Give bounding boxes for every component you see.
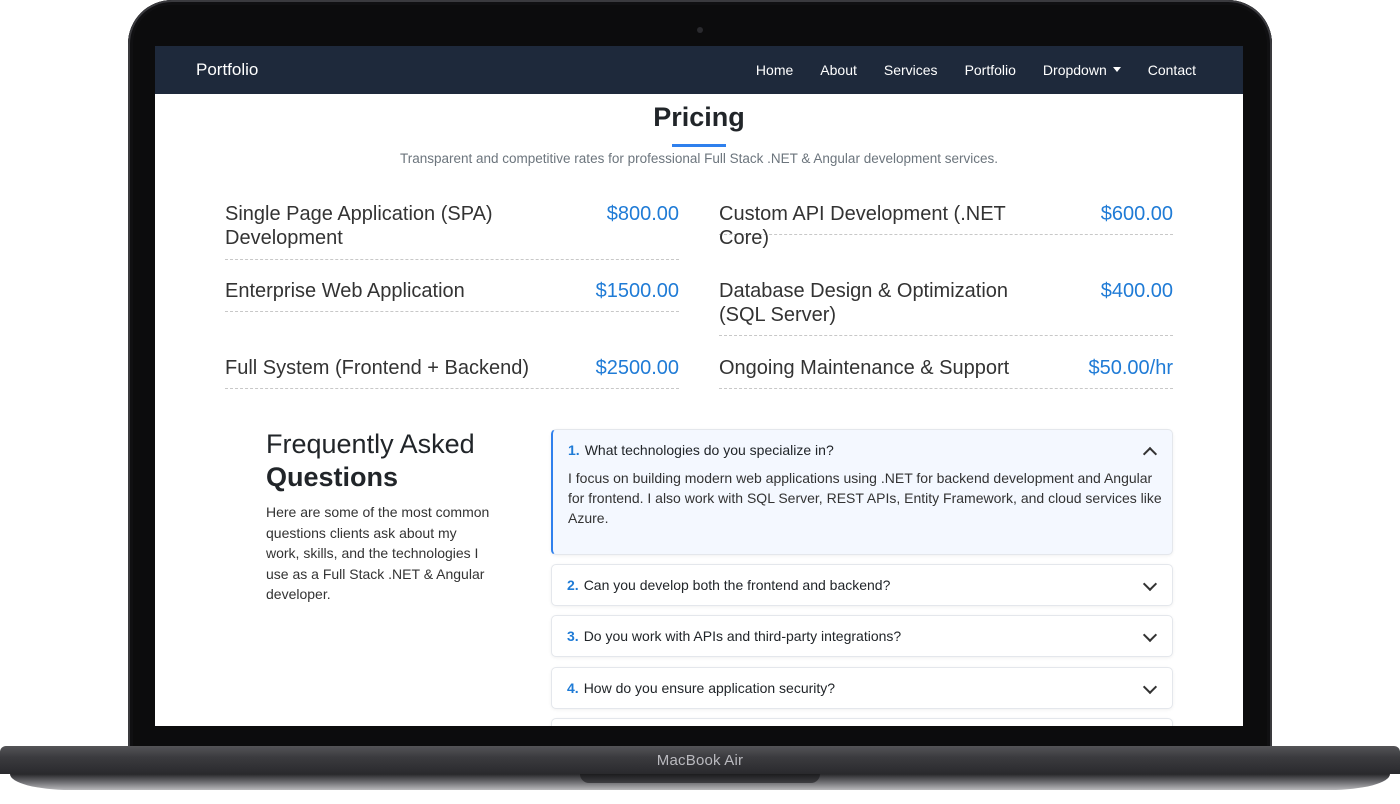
camera-icon <box>697 27 703 33</box>
nav-dropdown[interactable]: Dropdown <box>1043 62 1121 78</box>
faq-heading-bold: Questions <box>266 462 399 492</box>
chevron-down-icon[interactable] <box>1142 627 1158 643</box>
nav-about[interactable]: About <box>820 62 857 78</box>
chevron-down-icon[interactable] <box>1142 679 1158 695</box>
price-item-name: Full System (Frontend + Backend) <box>225 357 530 379</box>
price-item: Ongoing Maintenance & Support $50.00/hr <box>719 356 1173 389</box>
faq-number: 2. <box>567 577 579 593</box>
faq-number: 3. <box>567 628 579 644</box>
price-item-name: Enterprise Web Application <box>225 280 465 302</box>
faq-question: 4. How do you ensure application security… <box>567 680 835 696</box>
nav-links: Home About Services Portfolio Dropdown C… <box>756 62 1196 78</box>
nav-home[interactable]: Home <box>756 62 793 78</box>
laptop-bezel-bottom <box>133 726 1267 748</box>
nav-contact[interactable]: Contact <box>1148 62 1196 78</box>
faq-question-text: Can you develop both the frontend and ba… <box>583 577 891 593</box>
price-item-value: $600.00 <box>1100 203 1173 225</box>
faq-number: 4. <box>567 680 579 696</box>
price-item: Enterprise Web Application $1500.00 <box>225 279 679 312</box>
faq-question: 2. Can you develop both the frontend and … <box>567 577 890 593</box>
laptop-model-label: MacBook Air <box>656 752 744 769</box>
faq-item-5[interactable] <box>551 718 1173 726</box>
faq-number: 1. <box>568 442 580 458</box>
faq-heading-light: Frequently Asked <box>266 429 475 459</box>
price-item: Full System (Frontend + Backend) $2500.0… <box>225 356 679 389</box>
price-item-name: Database Design & Optimization (SQL Serv… <box>719 280 1009 326</box>
faq-question-text: How do you ensure application security? <box>583 680 836 696</box>
nav-services[interactable]: Services <box>884 62 938 78</box>
price-item-name: Single Page Application (SPA) Developmen… <box>225 203 493 249</box>
chevron-down-icon[interactable] <box>1142 576 1158 592</box>
laptop-hinge: MacBook Air <box>0 746 1400 774</box>
price-item-value: $400.00 <box>1100 280 1173 302</box>
laptop-notch <box>580 774 820 783</box>
navbar: Portfolio Home About Services Portfolio … <box>155 46 1243 94</box>
faq-question: 3. Do you work with APIs and third-party … <box>567 628 901 644</box>
faq-intro: Here are some of the most common questio… <box>266 504 490 602</box>
price-item: Custom API Development (.NET Core) $600.… <box>719 202 1173 249</box>
pricing-subtitle: Transparent and competitive rates for pr… <box>399 151 999 166</box>
faq-question: 1. What technologies do you specialize in… <box>568 442 834 458</box>
laptop-screen: Portfolio Home About Services Portfolio … <box>155 46 1243 726</box>
faq-item-3[interactable]: 3. Do you work with APIs and third-party … <box>551 615 1173 657</box>
laptop-base: MacBook Air <box>0 746 1400 804</box>
caret-down-icon <box>1112 67 1121 72</box>
pricing-title: Pricing <box>653 102 745 132</box>
faq-answer: I focus on building modern web applicati… <box>568 470 1162 526</box>
price-item-value: $1500.00 <box>595 280 679 302</box>
nav-portfolio[interactable]: Portfolio <box>965 62 1016 78</box>
price-item: Single Page Application (SPA) Developmen… <box>225 202 679 260</box>
price-item: Database Design & Optimization (SQL Serv… <box>719 279 1173 336</box>
nav-dropdown-label: Dropdown <box>1042 62 1107 78</box>
faq-item-1[interactable]: 1. What technologies do you specialize in… <box>551 429 1173 555</box>
title-underline <box>672 144 726 147</box>
navbar-brand[interactable]: Portfolio <box>196 60 258 80</box>
chevron-up-icon[interactable] <box>1142 446 1158 462</box>
faq-item-4[interactable]: 4. How do you ensure application security… <box>551 667 1173 709</box>
faq-question-text: What technologies do you specialize in? <box>584 442 834 458</box>
price-item-value: $2500.00 <box>595 357 679 379</box>
price-item-value: $50.00/hr <box>1088 357 1173 379</box>
faq-heading: Frequently Asked Questions <box>266 428 506 494</box>
price-item-name: Custom API Development (.NET Core) <box>719 203 1006 249</box>
faq-item-2[interactable]: 2. Can you develop both the frontend and … <box>551 564 1173 606</box>
price-item-value: $800.00 <box>606 203 679 225</box>
faq-question-text: Do you work with APIs and third-party in… <box>583 628 902 644</box>
price-item-name: Ongoing Maintenance & Support <box>719 357 1010 379</box>
